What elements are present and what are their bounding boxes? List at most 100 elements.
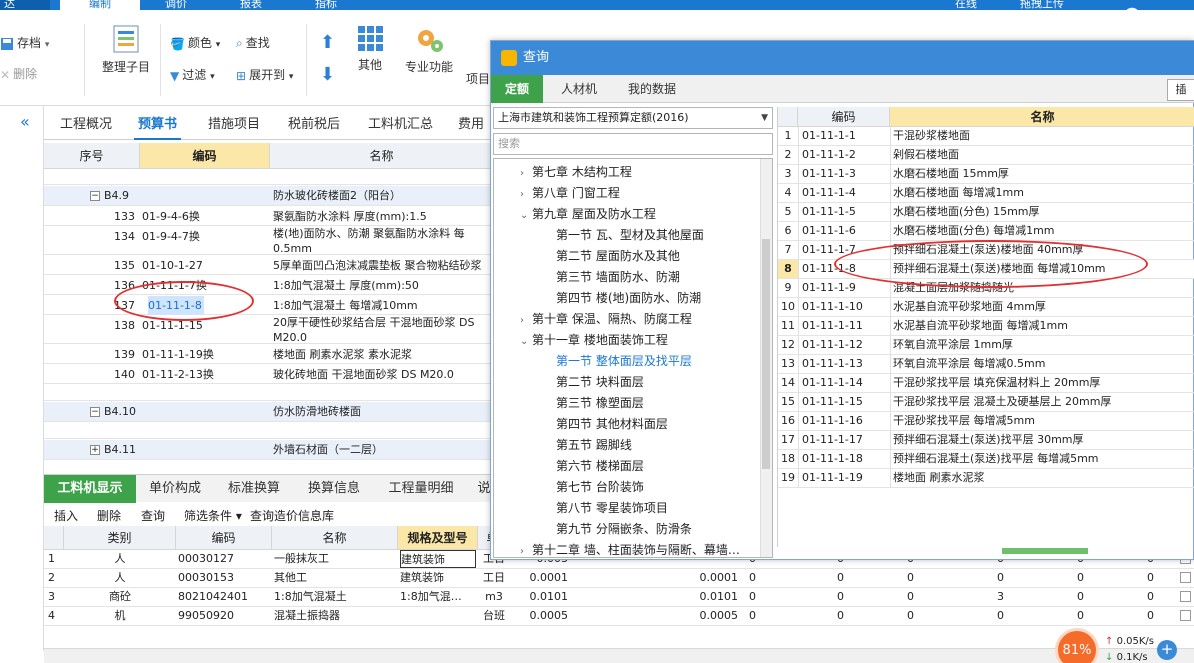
table-row[interactable]: 138 01-11-1-15 20厚干硬性砂浆结合层 干混地面砂浆 DS M20.0 [44, 316, 494, 344]
list-item-code[interactable]: 01-11-1-17 [802, 431, 888, 449]
color-button[interactable]: 🪣 颜色 ▾ [170, 34, 220, 51]
material-row[interactable]: 3 商砼 8021042401 1:8加气混凝土 1:8加气混… m3 0.0101 0.01… [44, 588, 1194, 607]
material-category[interactable]: 人 [64, 550, 176, 568]
list-item-code[interactable]: 01-11-1-5 [802, 203, 888, 221]
tree-section[interactable]: 第六节 楼梯面层 [556, 457, 644, 474]
material-code[interactable]: 00030153 [178, 569, 270, 587]
material-value[interactable]: 0 [804, 588, 844, 606]
list-item[interactable]: 1 01-11-1-1 干混砂浆楼地面 [778, 127, 1194, 146]
tab-pre-post-tax[interactable]: 税前税后 [284, 110, 344, 140]
row-checkbox[interactable] [1180, 610, 1191, 621]
list-item-code[interactable]: 01-11-1-16 [802, 412, 888, 430]
list-resize-handle[interactable] [1002, 548, 1088, 554]
list-item-name[interactable]: 楼地面 刷素水泥浆 [893, 469, 1193, 487]
material-unit[interactable]: 工日 [480, 569, 508, 587]
material-quantity[interactable]: 0.0001 [510, 569, 569, 587]
list-item-code[interactable]: 01-11-1-9 [802, 279, 888, 297]
delete-material-button[interactable]: 删除 [97, 507, 121, 524]
menu-tab-price[interactable]: 调价 [165, 0, 187, 10]
list-item-name[interactable]: 环氧自流平涂层 1mm厚 [893, 336, 1193, 354]
tree-section[interactable]: 第五节 踢脚线 [556, 436, 632, 453]
chevron-right-icon[interactable]: › [520, 168, 532, 179]
row-checkbox[interactable] [1180, 591, 1191, 602]
tree-section[interactable]: 第四节 楼(地)面防水、防潮 [556, 289, 701, 306]
list-item-code[interactable]: 01-11-1-18 [802, 450, 888, 468]
tree-section[interactable]: 第一节 瓦、型材及其他屋面 [556, 226, 704, 243]
row-name[interactable]: 外墙石材面（一二层） [273, 440, 493, 459]
tree-scrollbar-thumb[interactable] [762, 239, 770, 469]
material-value[interactable]: 0 [1044, 607, 1084, 625]
tree-chapter[interactable]: › 第十二章 墙、柱面装饰与隔断、幕墙… [520, 541, 740, 557]
material-spec[interactable]: 1:8加气混… [400, 588, 476, 606]
menu-tab-index[interactable]: 指标 [315, 0, 337, 10]
tree-chapter[interactable]: › 第十章 保温、隔热、防腐工程 [520, 310, 692, 327]
list-item[interactable]: 15 01-11-1-15 干混砂浆找平层 混凝土及硬基层上 20mm厚 [778, 393, 1194, 412]
tree-chapter[interactable]: ⌄ 第九章 屋面及防水工程 [520, 205, 656, 222]
tab-measures[interactable]: 措施项目 [204, 110, 264, 140]
material-name[interactable]: 其他工 [274, 569, 396, 587]
table-row[interactable] [44, 385, 494, 401]
dialog-title-bar[interactable]: 查询 [491, 41, 1194, 75]
insert-quota-button[interactable]: 插 [1167, 79, 1194, 101]
quota-search-input[interactable]: 搜索 [493, 133, 773, 155]
tab-unit-price[interactable]: 单价构成 [136, 475, 214, 503]
row-code[interactable]: 01-11-2-13换 [142, 365, 266, 384]
list-item[interactable]: 18 01-11-1-18 预拌细石混凝土(泵送)找平层 每增减5mm [778, 450, 1194, 469]
tree-section[interactable]: 第四节 其他材料面层 [556, 415, 668, 432]
tree-section[interactable]: 第二节 屋面防水及其他 [556, 247, 680, 264]
expand-icon[interactable]: + [90, 445, 100, 455]
material-code[interactable]: 00030127 [178, 550, 270, 568]
list-item-code[interactable]: 01-11-1-15 [802, 393, 888, 411]
list-item-name[interactable]: 干混砂浆找平层 每增减5mm [893, 412, 1193, 430]
tree-section[interactable]: 第九节 分隔嵌条、防滑条 [556, 520, 692, 537]
material-value[interactable]: 0 [1044, 569, 1084, 587]
material-value[interactable]: 0 [1114, 607, 1154, 625]
tree-chapter[interactable]: › 第七章 木结构工程 [520, 163, 632, 180]
speed-gauge[interactable]: 81% [1055, 628, 1099, 663]
material-row[interactable]: 2 人 00030153 其他工 建筑装饰 工日 0.0001 0.0001 0 0 0 0 0 0 [44, 569, 1194, 588]
material-value[interactable]: 0 [964, 607, 1004, 625]
list-item-name[interactable]: 水磨石楼地面(分色) 每增减1mm [893, 222, 1193, 240]
table-row[interactable]: 139 01-11-1-19换 楼地面 刷素水泥浆 素水泥浆 [44, 345, 494, 364]
collapse-icon[interactable]: − [90, 407, 100, 417]
tab-project-overview[interactable]: 工程概况 [56, 110, 116, 140]
list-item[interactable]: 11 01-11-1-11 水泥基自流平砂浆地面 每增减1mm [778, 317, 1194, 336]
insert-button[interactable]: 插入 [54, 507, 78, 524]
tree-section[interactable]: 第七节 台阶装饰 [556, 478, 644, 495]
row-code[interactable]: 01-10-1-27 [142, 256, 266, 275]
list-item-name[interactable]: 预拌细石混凝土(泵送)找平层 30mm厚 [893, 431, 1193, 449]
filter-condition-dropdown[interactable]: 筛选条件 ▾ [184, 507, 242, 524]
material-name[interactable]: 混凝土振捣器 [274, 607, 396, 625]
column-header-material-code[interactable]: 编码 [176, 526, 272, 550]
material-value[interactable]: 0 [1044, 588, 1084, 606]
tab-labor-material-machine[interactable]: 人材机 [547, 75, 611, 103]
list-item-code[interactable]: 01-11-1-12 [802, 336, 888, 354]
chevron-right-icon[interactable]: › [520, 315, 532, 326]
collapse-panel-button[interactable]: « [20, 112, 40, 132]
list-item-code[interactable]: 01-11-1-13 [802, 355, 888, 373]
material-value[interactable]: 3 [964, 588, 1004, 606]
list-item-name[interactable]: 环氧自流平涂层 每增减0.5mm [893, 355, 1193, 373]
row-code[interactable]: 01-9-4-7换 [142, 227, 266, 246]
tree-section[interactable]: 第八节 零星装饰项目 [556, 499, 668, 516]
list-item-code[interactable]: 01-11-1-1 [802, 127, 888, 145]
menu-tab-edit[interactable]: 编制 [60, 0, 140, 10]
column-header-spec[interactable]: 规格及型号 [398, 526, 478, 550]
add-button[interactable]: + [1157, 640, 1177, 660]
query-price-database-button[interactable]: 查询造价信息库 [250, 507, 334, 524]
material-value[interactable]: 0 [874, 588, 914, 606]
query-button[interactable]: 查询 [141, 507, 165, 524]
row-name[interactable]: 1:8加气混凝土 厚度(mm):50 [273, 276, 493, 295]
filter-button[interactable]: ▼ 过滤 ▾ [170, 66, 215, 83]
list-item-code[interactable]: 01-11-1-3 [802, 165, 888, 183]
list-item-code[interactable]: 01-11-1-6 [802, 222, 888, 240]
material-spec[interactable]: 建筑装饰 [400, 569, 476, 587]
menu-tab-report[interactable]: 报表 [240, 0, 262, 10]
row-name[interactable]: 仿水防滑地砖楼面 [273, 402, 493, 421]
row-name[interactable]: 玻化砖地面 干混地面砂浆 DS M20.0 [273, 365, 493, 384]
list-item-code[interactable]: 01-11-1-14 [802, 374, 888, 392]
network-speed-widget[interactable]: 81% ↑ 0.05K/s ↓ 0.1K/s + [1055, 628, 1194, 663]
material-quantity[interactable]: 0.0101 [510, 588, 569, 606]
material-row[interactable]: 4 机 99050920 混凝土振捣器 台班 0.0005 0.0005 0 0 0 0 0 0 [44, 607, 1194, 626]
list-item-code[interactable]: 01-11-1-19 [802, 469, 888, 487]
